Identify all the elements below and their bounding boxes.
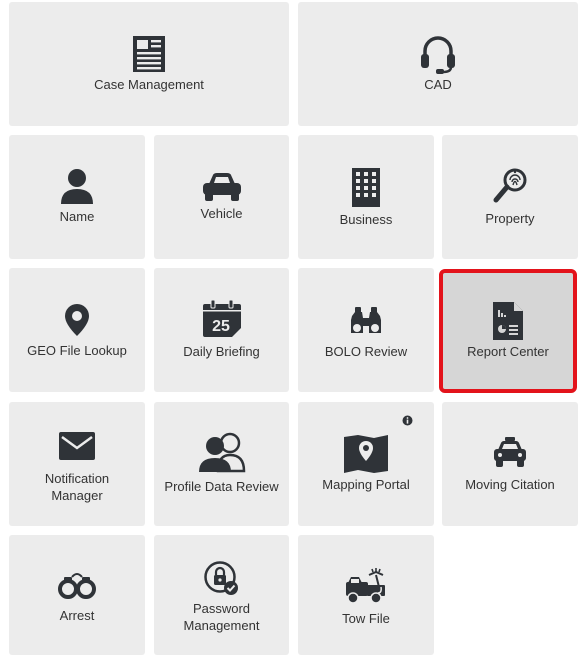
tile-label-line-2: Manager	[51, 488, 103, 503]
tile-label: Vehicle	[200, 206, 243, 221]
tile-vehicle[interactable]: Vehicle	[154, 135, 289, 259]
tow-truck-icon	[346, 568, 385, 604]
headset-icon	[421, 36, 455, 74]
report-chart-icon	[493, 302, 523, 340]
fingerprint-magnifier-icon	[493, 168, 527, 203]
person-icon	[61, 169, 93, 204]
envelope-icon	[59, 432, 95, 460]
tile-geo-file-lookup[interactable]: GEO File Lookup	[9, 268, 145, 392]
folded-map-icon	[344, 435, 388, 473]
document-icon	[133, 36, 165, 72]
tile-bolo-review[interactable]: BOLO Review	[298, 268, 434, 392]
tile-case-management[interactable]: Case Management	[9, 2, 289, 126]
tile-label: Profile Data Review	[164, 479, 279, 494]
calendar-day-number: 25	[212, 318, 230, 335]
tile-name[interactable]: Name	[9, 135, 145, 259]
binoculars-icon	[351, 307, 381, 333]
tile-tow-file[interactable]: Tow File	[298, 535, 434, 655]
people-icon	[198, 432, 245, 473]
tile-label-line-2: Management	[183, 618, 260, 633]
tile-label: Daily Briefing	[183, 344, 260, 359]
info-icon[interactable]	[402, 415, 413, 426]
tile-label-line-1: Notification	[44, 471, 110, 486]
tile-label: Arrest	[59, 608, 95, 623]
car-icon	[202, 173, 241, 201]
tile-report-center[interactable]: Report Center	[439, 269, 577, 393]
tile-cad[interactable]: CAD	[298, 2, 578, 126]
tile-label: GEO File Lookup	[27, 343, 127, 358]
tile-daily-briefing[interactable]: 25 Daily Briefing	[154, 268, 289, 392]
tile-moving-citation[interactable]: Moving Citation	[442, 402, 578, 526]
police-car-icon	[494, 437, 526, 467]
tile-label: Name	[59, 209, 95, 224]
tile-label: Business	[339, 212, 393, 227]
building-icon	[352, 168, 380, 207]
tile-property[interactable]: Property	[442, 135, 578, 259]
tile-business[interactable]: Business	[298, 135, 434, 259]
tile-mapping-portal[interactable]: Mapping Portal	[298, 402, 434, 526]
calendar-icon: 25	[202, 300, 241, 337]
tile-notification-manager[interactable]: Notification Manager	[9, 402, 145, 526]
tile-label-line-1: Password	[192, 601, 251, 616]
tile-profile-data-review[interactable]: Profile Data Review	[154, 402, 289, 526]
tile-label: Property	[485, 211, 535, 226]
tile-label: BOLO Review	[324, 344, 408, 359]
tile-label: CAD	[424, 77, 452, 92]
tile-password-management[interactable]: Password Management	[154, 535, 289, 655]
map-pin-icon	[65, 304, 89, 336]
tile-label: Case Management	[94, 77, 204, 92]
lock-check-icon	[203, 561, 238, 595]
tile-label: Moving Citation	[465, 477, 555, 492]
tile-label: Report Center	[467, 344, 549, 359]
tile-label: Mapping Portal	[322, 477, 410, 492]
tile-label: Tow File	[342, 611, 390, 626]
tile-arrest[interactable]: Arrest	[9, 535, 145, 655]
handcuffs-icon	[58, 573, 96, 599]
